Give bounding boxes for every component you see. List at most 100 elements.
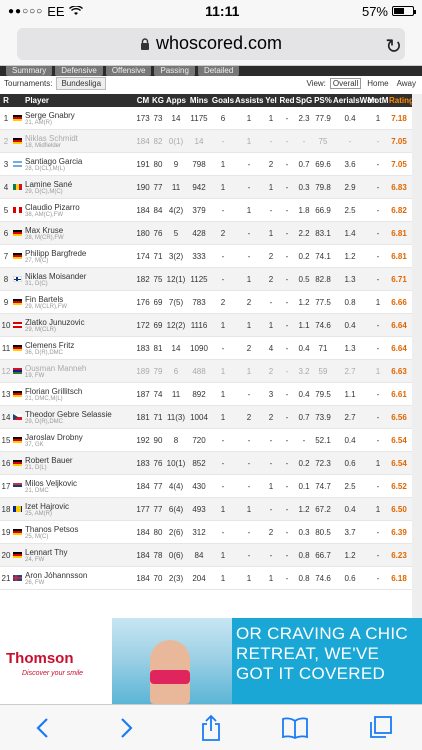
tabs-button[interactable] (360, 708, 400, 748)
view-overall[interactable]: Overall (329, 77, 362, 89)
ad-banner[interactable]: Thomson Discover your smile OR CRAVING A… (0, 618, 422, 704)
player-name-link[interactable]: Lennart Thy (25, 548, 135, 557)
col-cm[interactable]: CM (135, 96, 151, 105)
player-cell[interactable]: Lennart Thy 24, FW (22, 548, 135, 563)
player-cell[interactable]: Robert Bauer 21, D(L) (22, 456, 135, 471)
url-field[interactable]: whoscored.com (17, 27, 405, 60)
reload-icon[interactable]: ↻ (385, 34, 402, 59)
forward-button[interactable] (107, 708, 147, 748)
player-cell[interactable]: Izet Hajrovic 25, AM(R) (22, 502, 135, 517)
bookmarks-button[interactable] (275, 708, 315, 748)
player-name-link[interactable]: Niklas Schmidt (25, 134, 135, 143)
player-cell[interactable]: Santiago Garcia 28, D(CL),M(L) (22, 157, 135, 172)
table-row[interactable]: 14 Theodor Gebre Selassie 29, D(R),DMC 181 7… (0, 406, 412, 429)
tournament-select[interactable]: Bundesliga (56, 76, 107, 90)
table-row[interactable]: 5 Claudio Pizarro 38, AM(C),FW 184 84 4(2) 379… (0, 199, 412, 222)
player-cell[interactable]: Jaroslav Drobny 37, GK (22, 433, 135, 448)
player-cell[interactable]: Max Kruse 28, M(CR),FW (22, 226, 135, 241)
player-cell[interactable]: Niklas Schmidt 18, Midfielder (22, 134, 135, 149)
col-player[interactable]: Player (22, 96, 135, 105)
table-row[interactable]: 1 Serge Gnabry 21, AM(R) 173 73 14 1175 6 1 1-2.3… (0, 107, 412, 130)
player-name-link[interactable]: Serge Gnabry (25, 111, 135, 120)
player-cell[interactable]: Theodor Gebre Selassie 29, D(R),DMC (22, 410, 135, 425)
player-name-link[interactable]: Claudio Pizarro (25, 203, 135, 212)
back-button[interactable] (22, 708, 62, 748)
player-name-link[interactable]: Zlatko Junuzovic (25, 318, 135, 327)
table-row[interactable]: 15 Jaroslav Drobny 37, GK 192 90 8 720- - - - -52.… (0, 429, 412, 452)
table-scrollbar[interactable] (412, 94, 422, 618)
table-row[interactable]: 16 Robert Bauer 21, D(L) 183 76 10(1) 852- - - -0… (0, 452, 412, 475)
col-yel[interactable]: Yel (263, 96, 279, 105)
player-name-link[interactable]: Theodor Gebre Selassie (25, 410, 135, 419)
table-row[interactable]: 4 Lamine Sané 29, D(C),M(C) 190 77 11 942 1-1-0… (0, 176, 412, 199)
player-name-link[interactable]: Ousman Manneh (25, 364, 135, 373)
player-cell[interactable]: Ousman Manneh 19, FW (22, 364, 135, 379)
player-cell[interactable]: Aron Jóhannsson 26, FW (22, 571, 135, 586)
table-row[interactable]: 19 Thanos Petsos 25, M(C) 184 80 2(6) 312- -2-0… (0, 521, 412, 544)
col-goals[interactable]: Goals (211, 96, 235, 105)
table-row[interactable]: 13 Florian Grillitsch 21, DMC,M(L) 187 74 11 8… (0, 383, 412, 406)
cm-cell: 189 (136, 366, 150, 376)
table-row[interactable]: 11 Clemens Fritz 36, D(R),DMC 183 81 14 1090-2… (0, 337, 412, 360)
assists-cell: - (247, 251, 251, 261)
col-spg[interactable]: SpG (295, 96, 313, 105)
player-cell[interactable]: Claudio Pizarro 38, AM(C),FW (22, 203, 135, 218)
tab-offensive[interactable]: Offensive (105, 66, 152, 76)
player-name-link[interactable]: Aron Jóhannsson (25, 571, 135, 580)
table-row[interactable]: 17 Milos Veljkovic 21, DMC 184 77 4(4) 430- -1-… (0, 475, 412, 498)
table-row[interactable]: 9 Fin Bartels 29, M(CLR),FW 176 69 7(5) 783 2 2-… (0, 291, 412, 314)
col-ps[interactable]: PS% (313, 96, 333, 105)
player-name-link[interactable]: Max Kruse (25, 226, 135, 235)
player-name-link[interactable]: Robert Bauer (25, 456, 135, 465)
player-cell[interactable]: Clemens Fritz 36, D(R),DMC (22, 341, 135, 356)
table-row[interactable]: 10 Zlatko Junuzovic 29, M(CLR) 172 69 12(2) 11… (0, 314, 412, 337)
player-cell[interactable]: Philipp Bargfrede 27, M(C) (22, 249, 135, 264)
col-aerials-won[interactable]: AerialsWon (333, 96, 377, 105)
mins-cell: 942 (192, 182, 206, 192)
table-row[interactable]: 3 Santiago Garcia 28, D(CL),M(L) 191 80 9 798 1… (0, 153, 412, 176)
player-cell[interactable]: Lamine Sané 29, D(C),M(C) (22, 180, 135, 195)
player-cell[interactable]: Florian Grillitsch 21, DMC,M(L) (22, 387, 135, 402)
table-row[interactable]: 7 Philipp Bargfrede 27, M(C) 174 71 3(2) 333- -… (0, 245, 412, 268)
player-name-link[interactable]: Thanos Petsos (25, 525, 135, 534)
player-name-link[interactable]: Clemens Fritz (25, 341, 135, 350)
player-name-link[interactable]: Milos Veljkovic (25, 479, 135, 488)
player-name-link[interactable]: Santiago Garcia (25, 157, 135, 166)
player-name-link[interactable]: Philipp Bargfrede (25, 249, 135, 258)
player-cell[interactable]: Fin Bartels 29, M(CLR),FW (22, 295, 135, 310)
player-name-link[interactable]: Florian Grillitsch (25, 387, 135, 396)
player-cell[interactable]: Niklas Moisander 31, D(C) (22, 272, 135, 287)
table-row[interactable]: 8 Niklas Moisander 31, D(C) 182 75 12(1) 1125-… (0, 268, 412, 291)
tab-defensive[interactable]: Defensive (55, 66, 103, 76)
table-row[interactable]: 21 Aron Jóhannsson 26, FW 184 70 2(3) 204 1 1 1-0… (0, 567, 412, 590)
view-home[interactable]: Home (365, 79, 390, 88)
player-name-link[interactable]: Jaroslav Drobny (25, 433, 135, 442)
tab-detailed[interactable]: Detailed (197, 66, 240, 76)
view-away[interactable]: Away (395, 79, 418, 88)
player-cell[interactable]: Thanos Petsos 25, M(C) (22, 525, 135, 540)
col-rating[interactable]: Rating (389, 96, 414, 105)
table-row[interactable]: 2 Niklas Schmidt 18, Midfielder 184 82 0(1) 14… (0, 130, 412, 153)
col-assists[interactable]: Assists (235, 96, 263, 105)
col-mins[interactable]: Mins (187, 96, 211, 105)
tab-passing[interactable]: Passing (154, 66, 195, 76)
col-rank[interactable]: R (0, 96, 12, 105)
player-cell[interactable]: Zlatko Junuzovic 29, M(CLR) (22, 318, 135, 333)
red-cell: - (285, 527, 289, 537)
player-cell[interactable]: Milos Veljkovic 21, DMC (22, 479, 135, 494)
player-name-link[interactable]: Fin Bartels (25, 295, 135, 304)
player-name-link[interactable]: Izet Hajrovic (25, 502, 135, 511)
table-row[interactable]: 18 Izet Hajrovic 25, AM(R) 177 77 6(4) 493 1 1- -… (0, 498, 412, 521)
tab-summary[interactable]: Summary (6, 66, 53, 76)
col-kg[interactable]: KG (151, 96, 165, 105)
table-row[interactable]: 12 Ousman Manneh 19, FW 189 79 6 488 1 1 2-3.2 59 2… (0, 360, 412, 383)
col-red[interactable]: Red (279, 96, 295, 105)
table-row[interactable]: 6 Max Kruse 28, M(CR),FW 180 76 5 428 2-1-2.2 83… (0, 222, 412, 245)
player-cell[interactable]: Serge Gnabry 21, AM(R) (22, 111, 135, 126)
share-button[interactable] (191, 708, 231, 748)
player-name-link[interactable]: Niklas Moisander (25, 272, 135, 281)
player-name-link[interactable]: Lamine Sané (25, 180, 135, 189)
table-row[interactable]: 20 Lennart Thy 24, FW 184 78 0(6) 84 1- - -0.8 66.… (0, 544, 412, 567)
col-apps[interactable]: Apps (165, 96, 187, 105)
col-motm[interactable]: MotM (367, 96, 389, 105)
